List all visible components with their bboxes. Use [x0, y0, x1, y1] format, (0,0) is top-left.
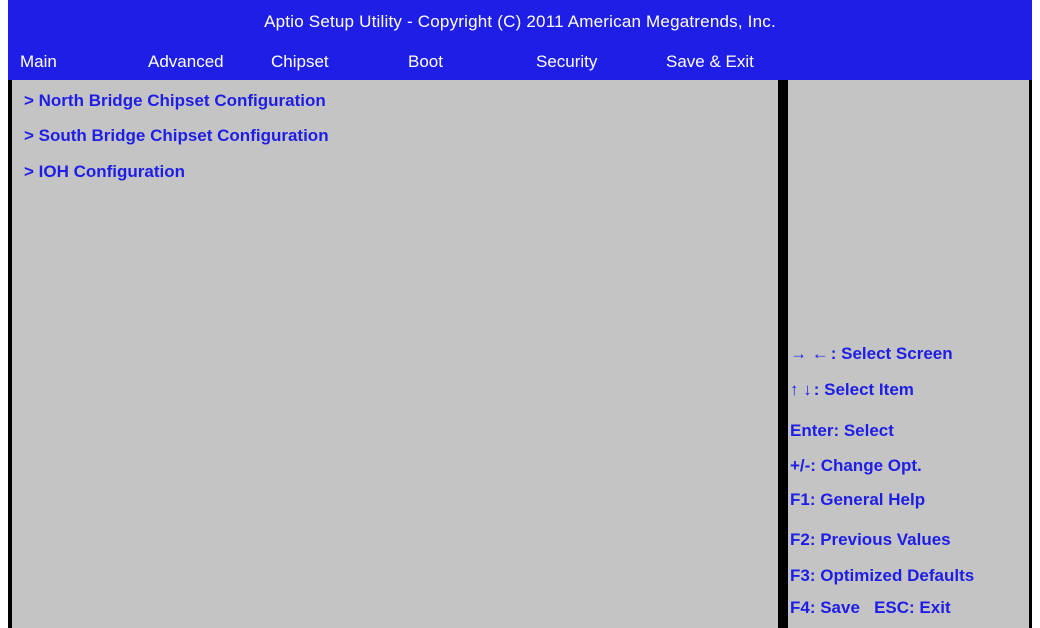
tab-advanced[interactable]: Advanced [148, 44, 224, 80]
bios-screen: Aptio Setup Utility - Copyright (C) 2011… [0, 0, 1040, 628]
help-f3: F3: Optimized Defaults [790, 566, 975, 585]
help-enter: Enter: Select [790, 421, 894, 440]
tab-main[interactable]: Main [20, 44, 57, 80]
tab-chipset[interactable]: Chipset [271, 44, 329, 80]
menu-bar: Main Advanced Chipset Boot Security Save… [8, 44, 1032, 80]
left-right-arrows-icon: → ← [790, 344, 829, 363]
help-panel: → ←: Select Screen ↑ ↓: Select Item Ente… [788, 80, 1032, 628]
help-select-screen: → ←: Select Screen [790, 344, 953, 363]
title-bar: Aptio Setup Utility - Copyright (C) 2011… [8, 0, 1032, 44]
ioh-config-item[interactable]: > IOH Configuration [24, 162, 185, 182]
help-change-opt: +/-: Change Opt. [790, 456, 922, 475]
help-f4-esc: F4: Save ESC: Exit [790, 598, 951, 617]
panel-divider [778, 80, 788, 628]
tab-save-exit[interactable]: Save & Exit [666, 44, 754, 80]
south-bridge-config-item[interactable]: > South Bridge Chipset Configuration [24, 126, 329, 146]
tab-boot[interactable]: Boot [408, 44, 443, 80]
up-down-arrows-icon: ↑ ↓ [790, 380, 812, 399]
main-panel: > North Bridge Chipset Configuration > S… [8, 80, 778, 628]
help-f2: F2: Previous Values [790, 530, 951, 549]
tab-security[interactable]: Security [536, 44, 597, 80]
north-bridge-config-item[interactable]: > North Bridge Chipset Configuration [24, 91, 326, 111]
help-select-item: ↑ ↓: Select Item [790, 380, 914, 399]
help-f1: F1: General Help [790, 490, 926, 509]
